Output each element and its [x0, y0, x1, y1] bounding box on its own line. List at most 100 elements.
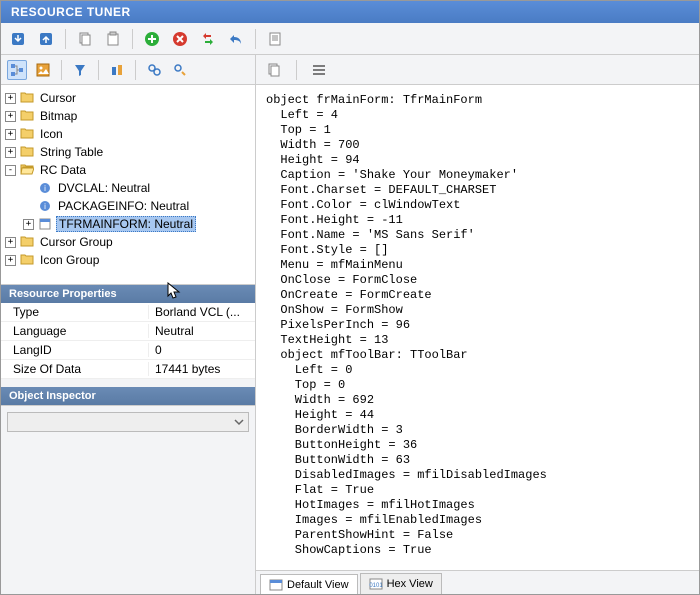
folder-icon: [20, 127, 34, 142]
prop-key: Type: [1, 305, 149, 319]
tree-item-label: Cursor: [38, 91, 78, 105]
tree-item[interactable]: + Cursor Group: [3, 233, 253, 251]
prop-key: LangID: [1, 343, 149, 357]
paste-button[interactable]: [102, 28, 124, 50]
folder-icon: [20, 235, 34, 250]
prop-value: 17441 bytes: [149, 362, 255, 376]
separator: [61, 60, 62, 80]
tree-item-label: DVCLAL: Neutral: [56, 181, 152, 195]
lines-button[interactable]: [309, 60, 329, 80]
props-row[interactable]: LangID0: [1, 341, 255, 360]
expander-icon[interactable]: +: [5, 129, 16, 140]
binary-icon: 0101: [369, 578, 383, 590]
prop-key: Language: [1, 324, 149, 338]
tree-item-label: TFRMAINFORM: Neutral: [56, 216, 196, 232]
left-panel: + Cursor + Bitmap + Icon + String Table - RC Data…: [1, 55, 256, 594]
expander-icon[interactable]: +: [5, 237, 16, 248]
tree-item[interactable]: i PACKAGEINFO: Neutral: [3, 197, 253, 215]
tree-item-label: PACKAGEINFO: Neutral: [56, 199, 191, 213]
tree-view-button[interactable]: [7, 60, 27, 80]
item-icon: [38, 217, 52, 231]
tree-item[interactable]: + Icon Group: [3, 251, 253, 269]
toggle-button[interactable]: [107, 60, 127, 80]
tree-item[interactable]: + String Table: [3, 143, 253, 161]
image-view-button[interactable]: [33, 60, 53, 80]
main-area: + Cursor + Bitmap + Icon + String Table - RC Data…: [1, 55, 699, 594]
prop-value: 0: [149, 343, 255, 357]
form-icon: [269, 579, 283, 591]
tab-label: Hex View: [387, 578, 433, 590]
props-row[interactable]: Size Of Data17441 bytes: [1, 360, 255, 379]
tab-hex-view[interactable]: 0101 Hex View: [360, 573, 442, 594]
right-toolbar: [256, 55, 699, 85]
app-title: RESOURCE TUNER: [11, 5, 131, 19]
tree-item[interactable]: + Cursor: [3, 89, 253, 107]
upload-button[interactable]: [35, 28, 57, 50]
folder-icon: [20, 163, 34, 178]
separator: [296, 60, 297, 80]
add-button[interactable]: [141, 28, 163, 50]
download-button[interactable]: [7, 28, 29, 50]
prop-key: Size Of Data: [1, 362, 149, 376]
separator: [135, 60, 136, 80]
tree-item[interactable]: i DVCLAL: Neutral: [3, 179, 253, 197]
properties-grid: TypeBorland VCL (...LanguageNeutralLangI…: [1, 303, 255, 379]
prop-value: Neutral: [149, 324, 255, 338]
item-icon: i: [38, 181, 52, 195]
props-row[interactable]: LanguageNeutral: [1, 322, 255, 341]
tree-item-label: String Table: [38, 145, 105, 159]
copy-text-button[interactable]: [264, 60, 284, 80]
folder-icon: [20, 91, 34, 106]
separator: [98, 60, 99, 80]
view-tabs: Default View 0101 Hex View: [256, 570, 699, 594]
tree-item-label: Cursor Group: [38, 235, 115, 249]
main-toolbar: [1, 23, 699, 55]
right-panel: object frMainForm: TfrMainForm Left = 4 …: [256, 55, 699, 594]
copy-button[interactable]: [74, 28, 96, 50]
tree-item-label: RC Data: [38, 163, 88, 177]
inspector-body: [1, 405, 255, 594]
tree-item[interactable]: - RC Data: [3, 161, 253, 179]
expander-icon[interactable]: +: [5, 111, 16, 122]
chevron-down-icon: [234, 417, 244, 427]
props-row[interactable]: TypeBorland VCL (...: [1, 303, 255, 322]
tab-label: Default View: [287, 579, 349, 591]
expander-icon[interactable]: +: [5, 255, 16, 266]
separator: [255, 29, 256, 49]
code-view[interactable]: object frMainForm: TfrMainForm Left = 4 …: [256, 85, 699, 570]
tree-item-label: Icon Group: [38, 253, 101, 267]
prop-value: Borland VCL (...: [149, 305, 255, 319]
svg-text:i: i: [44, 202, 46, 211]
left-toolbar: [1, 55, 255, 85]
separator: [132, 29, 133, 49]
replace-button[interactable]: [197, 28, 219, 50]
find-button[interactable]: [144, 60, 164, 80]
svg-text:0101: 0101: [369, 583, 383, 589]
folder-icon: [20, 109, 34, 124]
folder-icon: [20, 145, 34, 160]
expander-icon[interactable]: +: [5, 147, 16, 158]
expander-icon[interactable]: +: [5, 93, 16, 104]
expander-icon[interactable]: -: [5, 165, 16, 176]
tab-default-view[interactable]: Default View: [260, 574, 358, 594]
folder-icon: [20, 253, 34, 268]
expander-icon[interactable]: +: [23, 219, 34, 230]
title-bar: RESOURCE TUNER: [1, 1, 699, 23]
inspector-combo[interactable]: [7, 412, 249, 432]
tree-item[interactable]: + Bitmap: [3, 107, 253, 125]
svg-text:i: i: [44, 184, 46, 193]
tree-item[interactable]: + Icon: [3, 125, 253, 143]
tree-item-label: Icon: [38, 127, 65, 141]
find-next-button[interactable]: [170, 60, 190, 80]
resource-tree[interactable]: + Cursor + Bitmap + Icon + String Table - RC Data…: [1, 85, 255, 285]
properties-button[interactable]: [264, 28, 286, 50]
properties-header: Resource Properties: [1, 285, 255, 303]
undo-button[interactable]: [225, 28, 247, 50]
item-icon: i: [38, 199, 52, 213]
delete-button[interactable]: [169, 28, 191, 50]
separator: [65, 29, 66, 49]
filter-button[interactable]: [70, 60, 90, 80]
inspector-header: Object Inspector: [1, 387, 255, 405]
tree-item[interactable]: + TFRMAINFORM: Neutral: [3, 215, 253, 233]
tree-item-label: Bitmap: [38, 109, 79, 123]
